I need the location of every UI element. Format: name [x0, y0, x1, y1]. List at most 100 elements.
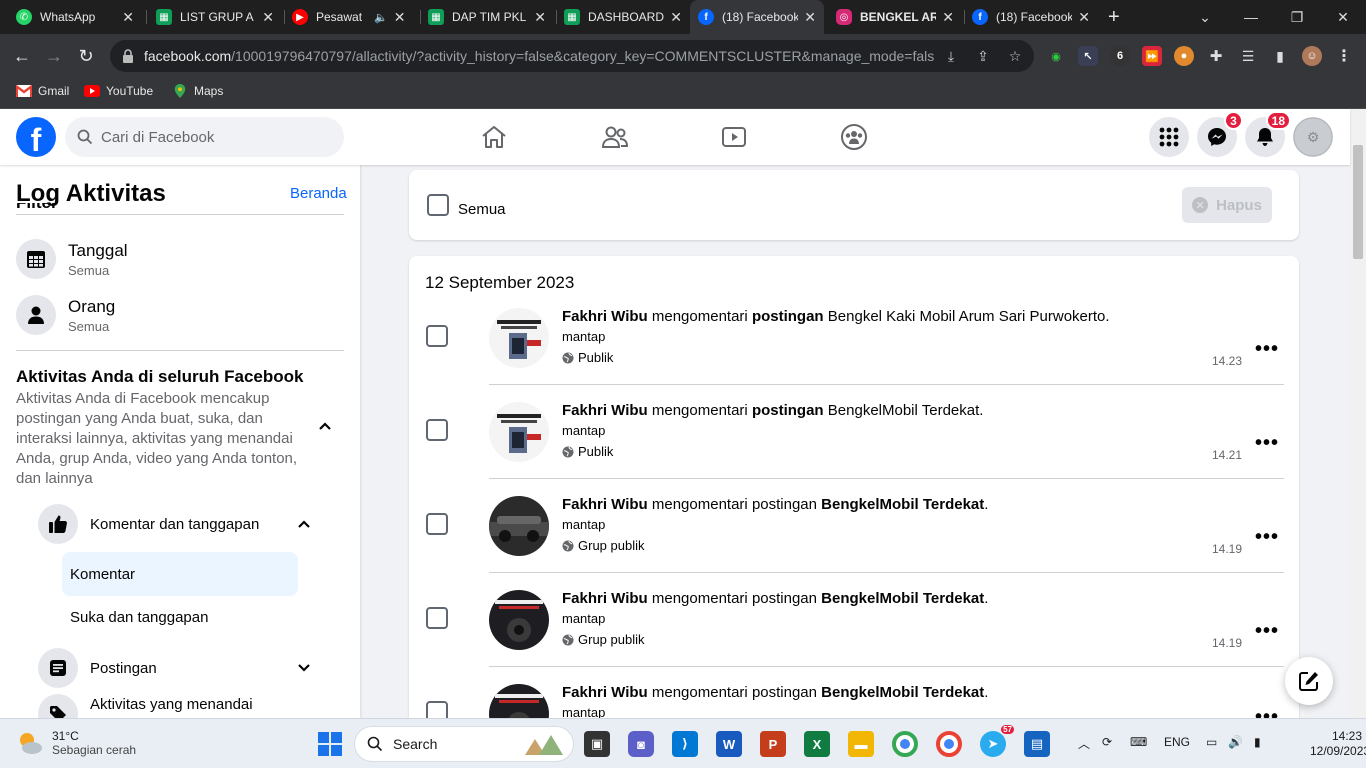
sync-icon[interactable]: ⟳ — [1102, 735, 1112, 749]
new-message-button[interactable] — [1285, 657, 1333, 705]
nav-home[interactable] — [438, 117, 550, 157]
install-icon[interactable]: ⤓ — [942, 48, 960, 64]
tab-facebook-active[interactable]: f (18) Facebook ✕ — [690, 0, 824, 34]
scrollbar-thumb[interactable] — [1353, 145, 1363, 259]
more-options-icon[interactable]: ••• — [1255, 338, 1279, 361]
close-tab-icon[interactable]: ✕ — [1078, 9, 1090, 26]
select-all-checkbox[interactable] — [427, 194, 449, 216]
item-checkbox[interactable] — [426, 325, 448, 347]
windows-start-button[interactable] — [317, 731, 343, 757]
comments-section-toggle[interactable]: Komentar dan tanggapan — [38, 504, 259, 544]
more-options-icon[interactable]: ••• — [1255, 432, 1279, 455]
tab-dap-tim-pkl[interactable]: ▦ DAP TIM PKL ✕ — [420, 0, 554, 34]
facebook-logo[interactable]: f — [16, 117, 56, 157]
item-checkbox[interactable] — [426, 607, 448, 629]
file-explorer-icon[interactable]: ▬ — [848, 731, 874, 757]
media-queue-icon[interactable]: ☰ — [1238, 46, 1258, 66]
close-tab-icon[interactable]: ✕ — [122, 9, 134, 26]
notepad-icon[interactable]: ▤ — [1024, 731, 1050, 757]
notifications-button[interactable]: 18 — [1245, 111, 1291, 157]
tab-dashboard[interactable]: ▦ DASHBOARD ✕ — [556, 0, 690, 34]
task-view-icon[interactable]: ▣ — [584, 731, 610, 757]
tab-facebook-2[interactable]: f (18) Facebook ✕ — [964, 0, 1098, 34]
item-checkbox[interactable] — [426, 419, 448, 441]
post-thumbnail[interactable] — [489, 402, 549, 462]
search-input[interactable] — [101, 128, 321, 146]
chrome-profile-icon[interactable] — [936, 731, 962, 757]
tab-list-grup[interactable]: ▦ LIST GRUP A ✕ — [148, 0, 282, 34]
profile-avatar-icon[interactable]: ☺ — [1302, 46, 1322, 66]
filter-person[interactable]: Orang Semua — [16, 289, 344, 341]
home-link[interactable]: Beranda — [290, 185, 347, 202]
telegram-icon[interactable]: ➤ 57 — [980, 725, 1014, 757]
close-tab-icon[interactable]: ✕ — [804, 9, 816, 26]
item-checkbox[interactable] — [426, 513, 448, 535]
close-tab-icon[interactable]: ✕ — [262, 9, 274, 26]
network-icon[interactable]: ▭ — [1206, 735, 1217, 749]
post-thumbnail[interactable] — [489, 308, 549, 368]
volume-icon[interactable]: 🔊 — [1228, 735, 1243, 749]
delete-button[interactable]: ✕ Hapus — [1182, 187, 1272, 223]
post-thumbnail[interactable] — [489, 684, 549, 718]
posts-section-toggle[interactable]: Postingan — [38, 648, 157, 688]
filter-date[interactable]: Tanggal Semua — [16, 233, 344, 285]
nav-groups[interactable] — [798, 117, 910, 157]
tab-pesawat[interactable]: ▶ Pesawat 🔈 ✕ — [284, 0, 418, 34]
close-tab-icon[interactable]: ✕ — [670, 9, 682, 26]
more-options-icon[interactable]: ••• — [1255, 706, 1279, 718]
powerpoint-icon[interactable]: P — [760, 731, 786, 757]
nav-watch[interactable] — [678, 117, 790, 157]
page-scrollbar[interactable] — [1350, 109, 1366, 718]
keyboard-icon[interactable]: ⌨ — [1130, 735, 1147, 749]
forward-button[interactable]: → — [40, 42, 68, 70]
system-clock[interactable]: 14:23 12/09/2023 — [1310, 729, 1366, 759]
account-avatar-button[interactable]: ⚙ — [1293, 117, 1333, 157]
sidebar-item-komentar[interactable]: Komentar — [62, 552, 298, 596]
more-options-icon[interactable]: ••• — [1255, 526, 1279, 549]
chevron-up-icon[interactable] — [297, 519, 311, 529]
extension-cookie-icon[interactable]: ● — [1174, 46, 1194, 66]
post-thumbnail[interactable] — [489, 496, 549, 556]
tab-whatsapp[interactable]: ✆ WhatsApp ✕ — [8, 0, 142, 34]
nav-friends[interactable] — [559, 117, 671, 157]
star-bookmark-icon[interactable]: ☆ — [1006, 48, 1024, 64]
weather-widget[interactable]: 31°C Sebagian cerah — [16, 729, 136, 757]
excel-icon[interactable]: X — [804, 731, 830, 757]
item-checkbox[interactable] — [426, 701, 448, 718]
back-button[interactable]: ← — [8, 42, 36, 70]
teams-icon[interactable]: ◙ — [628, 731, 654, 757]
new-tab-button[interactable]: + — [1108, 6, 1120, 29]
chrome-icon[interactable] — [892, 731, 918, 757]
more-options-icon[interactable]: ••• — [1255, 620, 1279, 643]
close-window-button[interactable]: ✕ — [1320, 0, 1366, 34]
extensions-puzzle-icon[interactable]: ✚ — [1206, 46, 1226, 66]
facebook-search-box[interactable] — [65, 117, 344, 157]
chevron-down-icon[interactable] — [297, 663, 311, 673]
address-bar[interactable]: facebook.com/100019796470797/allactivity… — [110, 40, 1034, 72]
extension-6-icon[interactable]: 6 — [1110, 46, 1130, 66]
extension-forward-icon[interactable]: ⏩ — [1142, 46, 1162, 66]
extension-cursor-icon[interactable]: ↖ — [1078, 46, 1098, 66]
speaker-icon[interactable]: 🔈 — [374, 11, 388, 24]
chrome-menu-icon[interactable]: ⋮ — [1334, 46, 1354, 66]
sidebar-item-suka[interactable]: Suka dan tanggapan — [70, 609, 208, 626]
bookmark-maps[interactable]: Maps — [172, 84, 223, 98]
tab-bengkel-instagram[interactable]: ◎ BENGKEL AR ✕ — [828, 0, 962, 34]
tab-search-icon[interactable]: ⌄ — [1182, 0, 1228, 34]
menu-grid-button[interactable] — [1149, 117, 1189, 157]
side-panel-icon[interactable]: ▮ — [1270, 46, 1290, 66]
vscode-icon[interactable]: ⟩ — [672, 731, 698, 757]
word-icon[interactable]: W — [716, 731, 742, 757]
chevron-up-icon[interactable] — [318, 421, 332, 431]
close-tab-icon[interactable]: ✕ — [942, 9, 954, 26]
tray-overflow-icon[interactable]: ︿ — [1078, 735, 1090, 752]
battery-icon[interactable]: ▮ — [1254, 735, 1261, 749]
taskbar-search[interactable]: Search — [354, 726, 574, 762]
close-tab-icon[interactable]: ✕ — [394, 9, 406, 26]
share-icon[interactable]: ⇪ — [974, 48, 992, 64]
reload-button[interactable]: ↻ — [72, 42, 100, 70]
restore-button[interactable]: ❐ — [1274, 0, 1320, 34]
input-language[interactable]: ENG — [1164, 735, 1190, 749]
minimize-button[interactable]: — — [1228, 0, 1274, 34]
close-tab-icon[interactable]: ✕ — [534, 9, 546, 26]
